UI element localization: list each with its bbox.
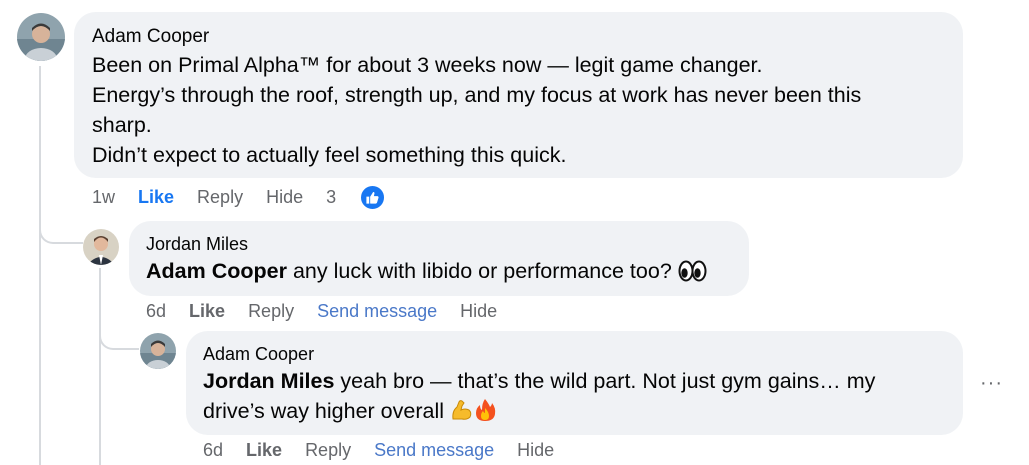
timestamp[interactable]: 6d — [146, 301, 166, 322]
reply-button[interactable]: Reply — [305, 440, 351, 461]
reaction-count: 3 — [326, 187, 337, 207]
comment-text-content: any luck with libido or performance too? — [286, 259, 672, 283]
reply-button[interactable]: Reply — [248, 301, 294, 322]
eyes-icon — [678, 260, 707, 290]
reply-button[interactable]: Reply — [197, 187, 243, 208]
profile-photo-icon — [140, 333, 176, 369]
profile-photo-icon — [83, 229, 119, 265]
comment-text-line: drive’s way higher overall — [203, 396, 946, 430]
comment-actions: 1w Like Reply Hide 3 — [92, 184, 409, 211]
flexed-biceps-icon — [450, 398, 474, 430]
fire-icon — [474, 398, 496, 430]
comment-author[interactable]: Adam Cooper — [92, 25, 945, 49]
hide-button[interactable]: Hide — [517, 440, 554, 461]
comment-text: Jordan Miles yeah bro — that’s the wild … — [203, 366, 946, 396]
comment-text-content: yeah bro — that’s the wild part. Not jus… — [334, 369, 876, 393]
send-message-button[interactable]: Send message — [374, 440, 494, 461]
avatar[interactable] — [140, 333, 176, 369]
avatar[interactable] — [83, 229, 119, 265]
comment-author[interactable]: Jordan Miles — [146, 233, 732, 255]
like-button[interactable]: Like — [246, 440, 282, 461]
comment-text-line: Energy’s through the roof, strength up, … — [92, 83, 862, 107]
avatar[interactable] — [17, 13, 65, 61]
comment-bubble: Adam Cooper Been on Primal Alpha™ for ab… — [74, 12, 963, 178]
like-button[interactable]: Like — [138, 187, 174, 208]
mention-link[interactable]: Jordan Miles — [203, 369, 334, 393]
comment-text-line: Been on Primal Alpha™ for about 3 weeks … — [92, 53, 763, 77]
timestamp[interactable]: 6d — [203, 440, 223, 461]
comment-actions: 6d Like Reply Send message Hide — [146, 301, 520, 322]
comment-text-content: drive’s way higher overall — [203, 399, 444, 423]
thread-line-reply — [99, 268, 101, 465]
comment-text-line: Didn’t expect to actually feel something… — [92, 143, 567, 167]
thumbs-up-icon — [359, 184, 387, 211]
thread-line-main — [39, 66, 41, 465]
profile-photo-icon — [17, 13, 65, 61]
thread-connector-reply-1 — [39, 214, 83, 244]
timestamp[interactable]: 1w — [92, 187, 115, 208]
comment-bubble: Adam Cooper Jordan Miles yeah bro — that… — [186, 331, 963, 435]
mention-link[interactable]: Adam Cooper — [146, 259, 287, 283]
like-button[interactable]: Like — [189, 301, 225, 322]
comment-text-line: sharp. — [92, 113, 152, 137]
hide-button[interactable]: Hide — [460, 301, 497, 322]
reaction-summary[interactable]: 3 — [326, 184, 409, 211]
thread-connector-reply-2 — [99, 326, 139, 350]
comment-actions: 6d Like Reply Send message Hide — [203, 440, 577, 461]
more-options-icon[interactable]: ··· — [980, 372, 1003, 395]
hide-button[interactable]: Hide — [266, 187, 303, 208]
comment-author[interactable]: Adam Cooper — [203, 343, 946, 365]
send-message-button[interactable]: Send message — [317, 301, 437, 322]
comment-text: Adam Cooper any luck with libido or perf… — [146, 256, 732, 290]
comment-bubble: Jordan Miles Adam Cooper any luck with l… — [129, 221, 749, 296]
